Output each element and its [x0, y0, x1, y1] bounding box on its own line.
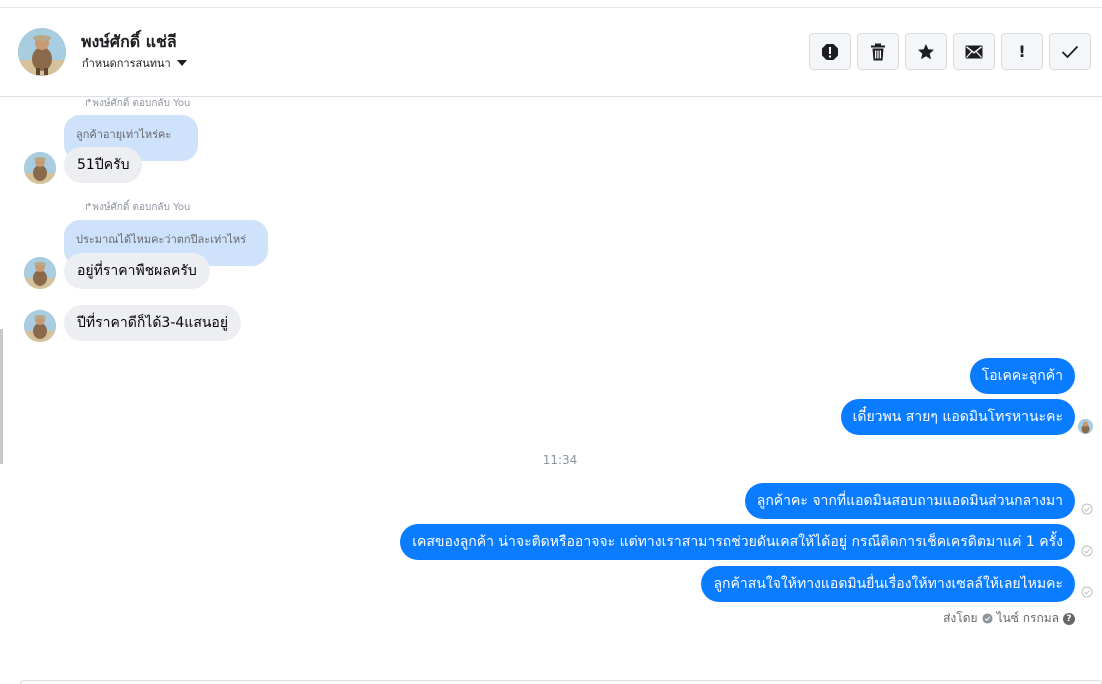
sent-by-name: ไนซ์ กรกมล	[996, 611, 1059, 625]
conversation-header: พงษ์ศักดิ์ แช่ลี กำหนดการสนทนา !	[0, 8, 1102, 97]
done-button[interactable]	[1049, 33, 1091, 70]
scrollbar[interactable]	[0, 329, 3, 464]
sent-by-label: ส่งโดย	[943, 611, 978, 625]
report-button[interactable]	[809, 33, 851, 70]
exclamation-icon: !	[1018, 42, 1026, 61]
trash-icon	[871, 43, 885, 60]
chevron-down-icon	[176, 60, 187, 66]
incoming-message[interactable]: 51ปีครับ	[64, 147, 143, 183]
sender-avatar	[24, 257, 56, 289]
sent-by-info: ส่งโดย ไนซ์ กรกมล ?	[943, 609, 1075, 628]
delete-button[interactable]	[857, 33, 899, 70]
report-icon	[822, 43, 838, 60]
sender-avatar	[24, 310, 56, 342]
sent-check-icon	[1081, 545, 1093, 557]
seen-avatar	[1078, 419, 1093, 434]
outgoing-message[interactable]: ลูกค้าคะ จากที่แอดมินสอบถามแอดมินส่วนกลา…	[744, 483, 1075, 519]
outgoing-message[interactable]: โอเคคะลูกค้า	[969, 358, 1075, 394]
reply-indicator: ↱พงษ์ศักดิ์ ตอบกลับ You	[84, 98, 191, 109]
sent-check-icon	[1081, 586, 1093, 598]
timestamp: 11:34	[542, 453, 578, 467]
assign-conversation-dropdown[interactable]: กำหนดการสนทนา	[82, 54, 187, 72]
check-circle-icon	[982, 613, 993, 624]
outgoing-message[interactable]: เดี๋ยวพน สายๆ แอดมินโทรหานะคะ	[840, 399, 1075, 435]
star-icon	[918, 43, 934, 59]
message-thread[interactable]: ↱พงษ์ศักดิ์ ตอบกลับ You ลูกค้าอายุเท่าไห…	[0, 97, 1102, 684]
sent-check-icon	[1081, 503, 1093, 515]
help-icon[interactable]: ?	[1063, 612, 1075, 625]
outgoing-message[interactable]: เคสของลูกค้า น่าจะติดหรืออาจจะ แต่ทางเรา…	[400, 524, 1075, 560]
header-toolbar: !	[809, 33, 1091, 70]
message-composer[interactable]	[20, 680, 1102, 684]
flag-button[interactable]: !	[1001, 33, 1043, 70]
contact-avatar[interactable]	[18, 28, 66, 76]
mark-unread-button[interactable]	[953, 33, 995, 70]
top-border	[0, 0, 1102, 8]
mail-icon	[965, 45, 983, 58]
outgoing-message[interactable]: ลูกค้าสนใจให้ทางแอดมินยื่นเรื่องให้ทางเซ…	[701, 566, 1075, 602]
incoming-message[interactable]: ปีที่ราคาดีก็ได้3-4แสนอยู่	[64, 305, 242, 341]
star-button[interactable]	[905, 33, 947, 70]
sender-avatar	[24, 152, 56, 184]
check-icon	[1061, 45, 1079, 58]
reply-indicator: ↱พงษ์ศักดิ์ ตอบกลับ You	[84, 202, 191, 213]
assign-label: กำหนดการสนทนา	[82, 57, 171, 70]
contact-name[interactable]: พงษ์ศักดิ์ แช่ลี	[81, 30, 177, 55]
incoming-message[interactable]: อยู่ที่ราคาพืชผลครับ	[64, 253, 210, 289]
